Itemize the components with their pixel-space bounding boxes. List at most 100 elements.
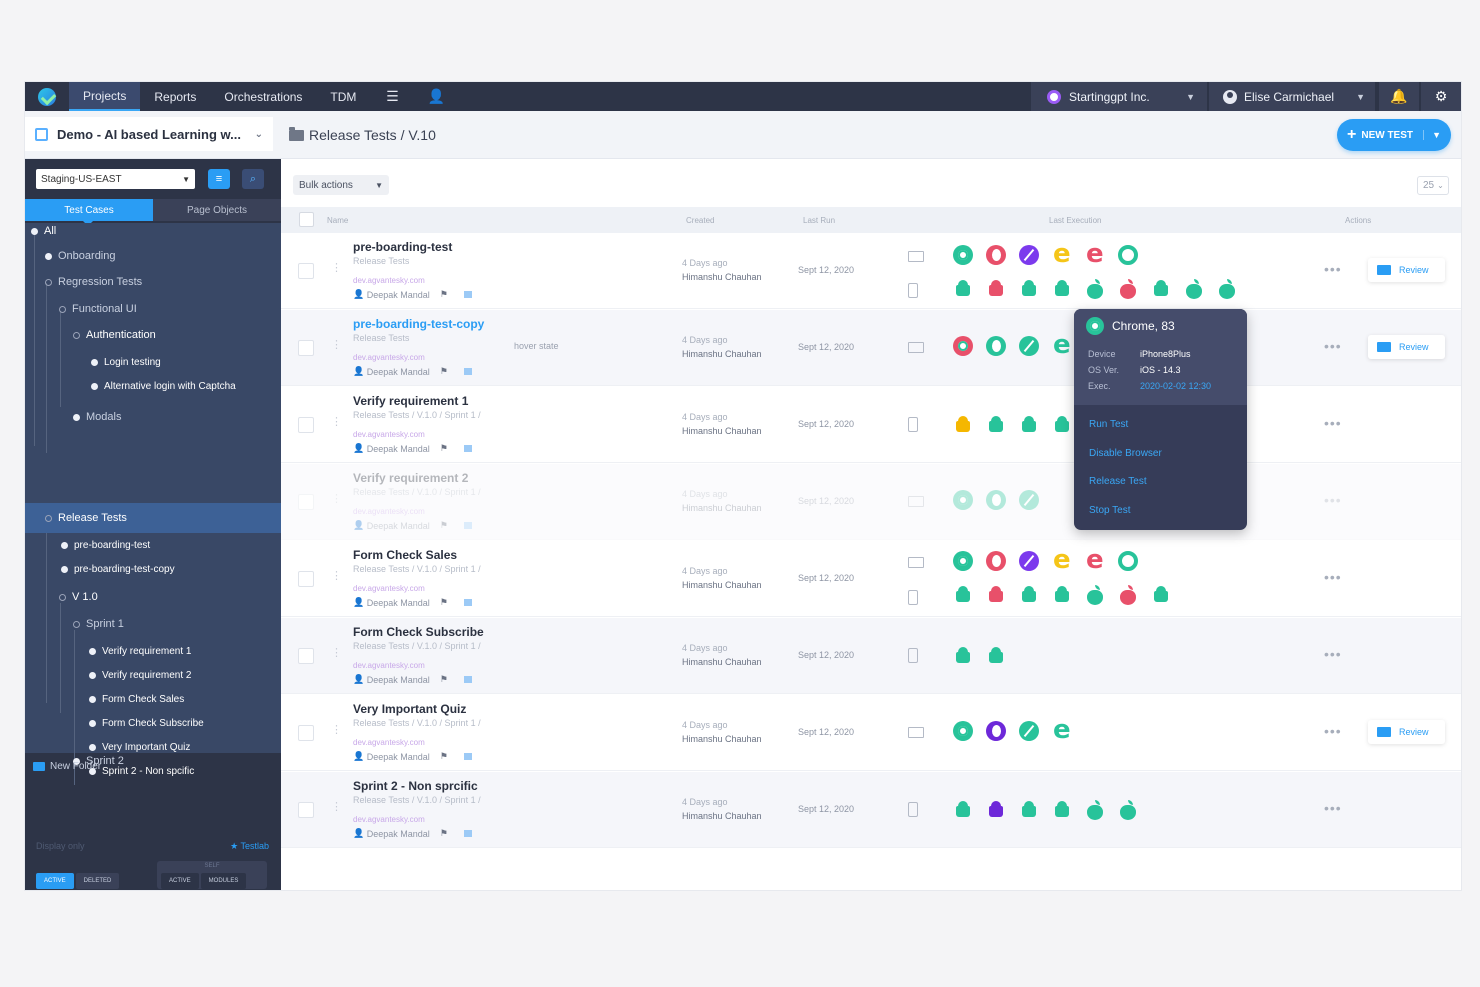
more-icon[interactable]: ••• [1324, 569, 1342, 585]
stop-test-action[interactable]: Stop Test [1089, 505, 1131, 516]
tree-item[interactable]: Authentication [73, 327, 156, 343]
run-test-action[interactable]: Run Test [1089, 419, 1128, 430]
gear-icon[interactable]: ⚙ [1421, 82, 1461, 111]
tree-item[interactable]: Form Check Subscribe [89, 715, 204, 731]
android-icon[interactable] [1052, 415, 1072, 435]
apple-icon[interactable] [1085, 585, 1105, 605]
user-select[interactable]: Elise Carmichael ▼ [1209, 82, 1375, 111]
firefox-icon[interactable] [986, 721, 1006, 741]
android-icon[interactable] [986, 800, 1006, 820]
android-icon[interactable] [1019, 585, 1039, 605]
row-checkbox[interactable] [298, 340, 314, 356]
chrome-icon[interactable] [953, 490, 973, 510]
more-icon[interactable]: ••• [1324, 646, 1342, 662]
tree-item[interactable]: Login testing [91, 354, 161, 370]
test-url[interactable]: dev.agvantesky.com [353, 507, 425, 516]
android-icon[interactable] [953, 415, 973, 435]
tree-item[interactable]: Functional UI [59, 301, 137, 317]
list-icon[interactable]: ☰ [370, 88, 414, 105]
ie-icon[interactable] [1085, 245, 1105, 265]
ie-icon[interactable] [1052, 245, 1072, 265]
test-url[interactable]: dev.agvantesky.com [353, 738, 425, 747]
tree-item[interactable]: Modals [73, 409, 121, 425]
android-icon[interactable] [1019, 279, 1039, 299]
test-url[interactable]: dev.agvantesky.com [353, 661, 425, 670]
tree-item[interactable]: pre-boarding-test [61, 537, 150, 553]
header-created[interactable]: Created [686, 216, 714, 225]
select-all-checkbox[interactable] [299, 212, 314, 227]
table-row[interactable]: ⋮ Verify requirement 2 Release Tests / V… [281, 464, 1461, 540]
self-modules-button[interactable]: MODULES [201, 873, 247, 889]
firefox-icon[interactable] [986, 551, 1006, 571]
deleted-filter-button[interactable]: DELETED [76, 873, 120, 889]
table-row[interactable]: ⋮ Form Check Subscribe Release Tests / V… [281, 618, 1461, 694]
tree-item-release-tests[interactable]: Release Tests [45, 510, 127, 526]
android-icon[interactable] [1019, 415, 1039, 435]
apple-icon[interactable] [1085, 800, 1105, 820]
apple-icon[interactable] [1217, 279, 1237, 299]
apple-icon[interactable] [1118, 585, 1138, 605]
new-test-button[interactable]: + NEW TEST ▼ [1337, 119, 1451, 151]
android-icon[interactable] [1052, 800, 1072, 820]
test-name[interactable]: pre-boarding-test [353, 240, 452, 254]
android-icon[interactable] [986, 415, 1006, 435]
project-select[interactable]: Demo - AI based Learning w... ⌄ [25, 117, 273, 151]
row-checkbox[interactable] [298, 417, 314, 433]
ie-icon[interactable] [1052, 551, 1072, 571]
row-checkbox[interactable] [298, 648, 314, 664]
tree-item[interactable]: Verify requirement 2 [89, 667, 192, 683]
ie-icon[interactable] [1052, 336, 1072, 356]
android-icon[interactable] [986, 279, 1006, 299]
tree-item[interactable]: All [31, 223, 56, 239]
apple-icon[interactable] [1184, 279, 1204, 299]
drag-handle-icon[interactable]: ⋮ [331, 569, 342, 582]
drag-handle-icon[interactable]: ⋮ [331, 646, 342, 659]
chrome-icon[interactable] [953, 245, 973, 265]
self-active-button[interactable]: ACTIVE [161, 873, 199, 889]
test-url[interactable]: dev.agvantesky.com [353, 353, 425, 362]
chrome-icon[interactable] [953, 336, 973, 356]
row-checkbox[interactable] [298, 802, 314, 818]
review-button[interactable]: Review [1368, 720, 1445, 744]
android-icon[interactable] [1151, 279, 1171, 299]
edge-icon[interactable] [1118, 245, 1138, 265]
apple-icon[interactable] [1118, 279, 1138, 299]
drag-handle-icon[interactable]: ⋮ [331, 261, 342, 274]
tab-test-cases[interactable]: Test Cases [25, 199, 153, 221]
table-row[interactable]: ⋮ pre-boarding-test-copy Release Tests d… [281, 310, 1461, 386]
android-icon[interactable] [1052, 585, 1072, 605]
row-checkbox[interactable] [298, 725, 314, 741]
safari-icon[interactable] [1019, 336, 1039, 356]
header-name[interactable]: Name [327, 216, 348, 225]
apple-icon[interactable] [1085, 279, 1105, 299]
testlab-link[interactable]: ★ Testlab [230, 841, 269, 852]
android-icon[interactable] [953, 800, 973, 820]
release-test-action[interactable]: Release Test [1089, 476, 1147, 487]
filter-button[interactable]: ≡ [208, 169, 230, 189]
nav-reports[interactable]: Reports [140, 82, 210, 111]
nav-orchestrations[interactable]: Orchestrations [210, 82, 316, 111]
tree-item[interactable]: Regression Tests [45, 274, 142, 290]
nav-projects[interactable]: Projects [69, 82, 140, 111]
test-url[interactable]: dev.agvantesky.com [353, 584, 425, 593]
android-icon[interactable] [986, 585, 1006, 605]
tree-item[interactable]: V 1.0 [59, 589, 98, 605]
test-name[interactable]: Verify requirement 1 [353, 394, 468, 408]
test-name[interactable]: Form Check Sales [353, 548, 457, 562]
review-button[interactable]: Review [1368, 335, 1445, 359]
drag-handle-icon[interactable]: ⋮ [331, 800, 342, 813]
search-button[interactable]: ⌕ [242, 169, 264, 189]
bell-icon[interactable]: 🔔 [1379, 82, 1419, 111]
tree-item[interactable]: Onboarding [45, 248, 116, 264]
active-filter-button[interactable]: ACTIVE [36, 873, 74, 889]
tree-item[interactable]: Sprint 1 [73, 616, 124, 632]
test-url[interactable]: dev.agvantesky.com [353, 430, 425, 439]
test-url[interactable]: dev.agvantesky.com [353, 276, 425, 285]
more-icon[interactable]: ••• [1324, 415, 1342, 431]
safari-icon[interactable] [1019, 721, 1039, 741]
chrome-icon[interactable] [953, 551, 973, 571]
safari-icon[interactable] [1019, 490, 1039, 510]
drag-handle-icon[interactable]: ⋮ [331, 338, 342, 351]
edge-icon[interactable] [1118, 551, 1138, 571]
table-row[interactable]: ⋮ Form Check Sales Release Tests / V.1.0… [281, 541, 1461, 617]
